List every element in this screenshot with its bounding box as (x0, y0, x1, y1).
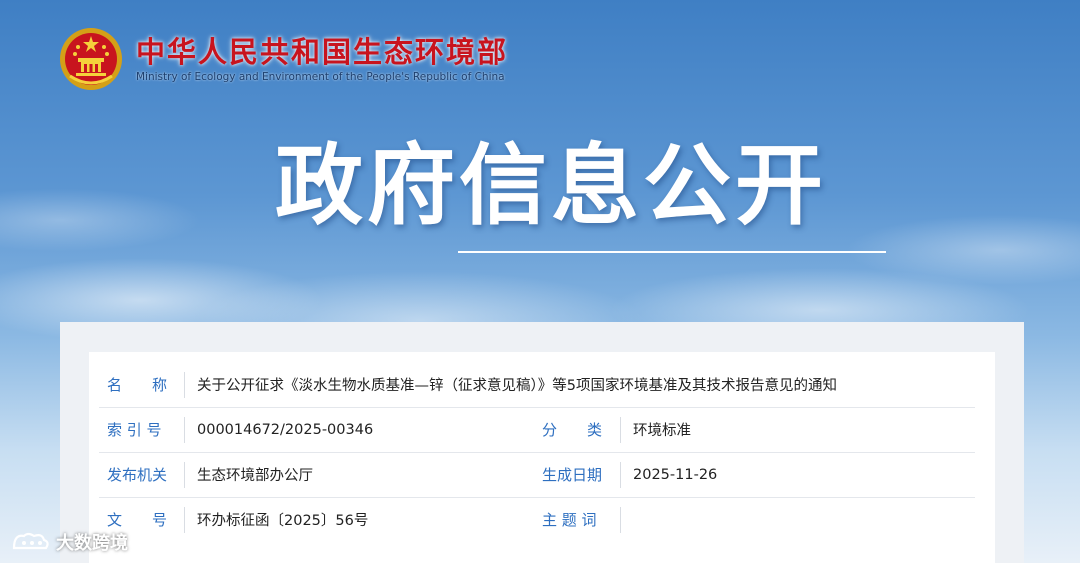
divider (620, 462, 621, 488)
info-card: 名 称 关于公开征求《淡水生物水质基准—锌（征求意见稿）》等5项国家环境基准及其… (89, 352, 995, 563)
divider (620, 507, 621, 533)
site-brand: 中华人民共和国生态环境部 Ministry of Ecology and Env… (136, 35, 508, 83)
info-row-index: 索 引 号 000014672/2025-00346 分 类 环境标准 (99, 407, 975, 453)
divider (184, 507, 185, 533)
watermark-text: 大数跨境 (56, 533, 128, 554)
date-value: 2025-11-26 (633, 466, 718, 483)
watermark-logo-icon (12, 532, 49, 550)
divider (184, 417, 185, 443)
category-value: 环境标准 (633, 423, 691, 439)
watermark: 大数跨境 (10, 529, 128, 555)
page-title: 政府信息公开 (275, 134, 828, 237)
site-name-en: Ministry of Ecology and Environment of t… (136, 71, 505, 83)
category-label: 分 类 (542, 421, 603, 439)
index-label: 索 引 号 (107, 421, 162, 439)
info-row-docno: 文 号 环办标征函〔2025〕56号 主 题 词 (99, 497, 975, 542)
index-number: 000014672/2025-00346 (197, 421, 374, 438)
divider (184, 462, 185, 488)
name-label: 名 称 (107, 376, 168, 394)
info-row-name: 名 称 关于公开征求《淡水生物水质基准—锌（征求意见稿）》等5项国家环境基准及其… (99, 362, 975, 408)
publisher-label: 发布机关 (107, 466, 168, 484)
document-title: 关于公开征求《淡水生物水质基准—锌（征求意见稿）》等5项国家环境基准及其技术报告… (197, 378, 837, 394)
docno-label: 文 号 (107, 511, 168, 529)
subject-label: 主 题 词 (542, 511, 597, 529)
docno-value: 环办标征函〔2025〕56号 (197, 513, 369, 529)
divider (620, 417, 621, 443)
site-header[interactable]: 中华人民共和国生态环境部 Ministry of Ecology and Env… (58, 24, 508, 94)
site-name-cn: 中华人民共和国生态环境部 (136, 35, 509, 69)
publisher-value: 生态环境部办公厅 (197, 468, 313, 484)
title-underline (458, 251, 886, 253)
date-label: 生成日期 (542, 466, 603, 484)
divider (184, 372, 185, 398)
info-row-publisher: 发布机关 生态环境部办公厅 生成日期 2025-11-26 (99, 452, 975, 498)
info-panel: 名 称 关于公开征求《淡水生物水质基准—锌（征求意见稿）》等5项国家环境基准及其… (60, 322, 1024, 563)
national-emblem-icon (60, 28, 122, 90)
